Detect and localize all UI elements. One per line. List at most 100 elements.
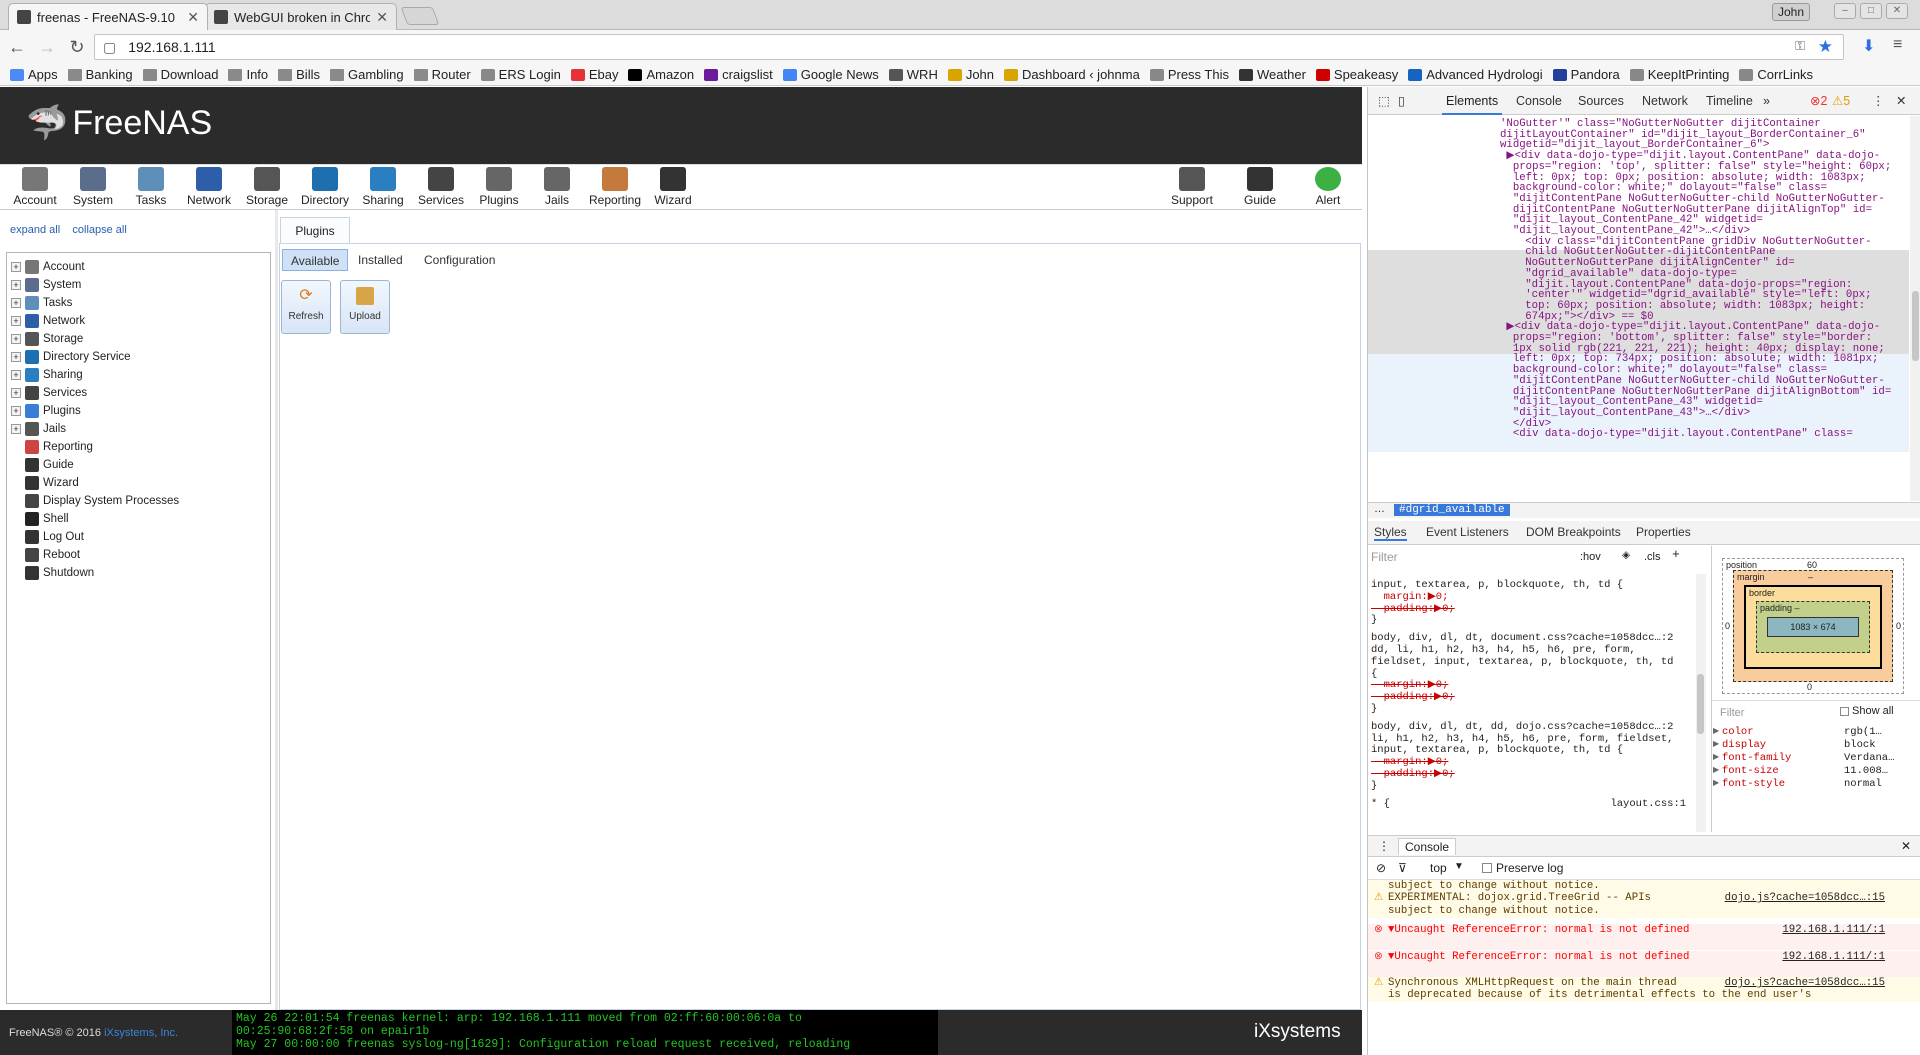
topmenu-tasks[interactable]: Tasks xyxy=(121,167,181,207)
expand-icon[interactable]: + xyxy=(11,280,21,290)
error-count-badge[interactable]: ⊗2 xyxy=(1810,87,1827,115)
style-rule-line[interactable]: padding:▶0; xyxy=(1371,603,1455,616)
style-rule-line[interactable]: { xyxy=(1371,668,1377,681)
warning-count-badge[interactable]: ⚠5 xyxy=(1832,87,1850,115)
filter-icon[interactable]: ⊽ xyxy=(1398,861,1407,875)
tree-item-storage[interactable]: + Storage xyxy=(11,330,83,348)
minimize-button[interactable]: – xyxy=(1834,3,1856,19)
tab-properties[interactable]: Properties xyxy=(1636,525,1691,539)
expand-icon[interactable]: + xyxy=(11,424,21,434)
bookmark-star-icon[interactable]: ★ xyxy=(1818,37,1833,57)
tree-item-directory-service[interactable]: + Directory Service xyxy=(11,348,131,366)
expand-all-link[interactable]: expand all xyxy=(10,224,60,236)
topmenu-guide[interactable]: Guide xyxy=(1230,167,1290,207)
new-tab-button[interactable] xyxy=(400,7,440,25)
bookmark-item[interactable]: Gambling xyxy=(329,67,404,82)
style-rule-line[interactable]: margin:▶0; xyxy=(1371,679,1449,692)
tree-item-guide[interactable]: Guide xyxy=(11,456,74,474)
bookmark-item[interactable]: WRH xyxy=(888,67,938,82)
subtab-configuration[interactable]: Configuration xyxy=(416,249,503,271)
expand-triangle-icon[interactable]: ▶ xyxy=(1713,726,1719,736)
console-source-link[interactable]: 192.168.1.111/:1 xyxy=(1782,951,1885,964)
expand-icon[interactable]: + xyxy=(11,406,21,416)
style-rule-line[interactable]: } xyxy=(1371,703,1377,716)
console-warning[interactable]: ⚠ Synchronous XMLHttpRequest on the main … xyxy=(1368,977,1920,989)
tree-item-plugins[interactable]: + Plugins xyxy=(11,402,81,420)
styles-filter-input[interactable]: Filter xyxy=(1371,551,1398,564)
ixsystems-link[interactable]: iXsystems, Inc. xyxy=(104,1027,178,1039)
style-rule-line[interactable]: body, div, dl, dt, dd, dojo.css?cache=10… xyxy=(1371,721,1673,734)
bookmark-item[interactable]: craigslist xyxy=(704,67,773,82)
bookmark-item[interactable]: Ebay xyxy=(570,67,618,82)
tree-item-shutdown[interactable]: Shutdown xyxy=(11,564,94,582)
topmenu-storage[interactable]: Storage xyxy=(237,167,297,207)
new-rule-icon[interactable]: + xyxy=(1672,548,1680,562)
tree-item-shell[interactable]: Shell xyxy=(11,510,69,528)
topmenu-support[interactable]: Support xyxy=(1162,167,1222,207)
style-rule-line[interactable]: fieldset, input, textarea, p, blockquote… xyxy=(1371,656,1673,669)
tree-item-tasks[interactable]: + Tasks xyxy=(11,294,72,312)
tab-plugins[interactable]: Plugins xyxy=(280,217,350,243)
devtools-tab-console[interactable]: Console xyxy=(1516,87,1562,115)
inspect-icon[interactable]: ⬚ xyxy=(1378,87,1390,115)
clear-console-icon[interactable]: ⊘ xyxy=(1376,861,1386,875)
style-rule-line[interactable]: padding:▶0; xyxy=(1371,768,1455,781)
bookmark-item[interactable]: Google News xyxy=(782,67,879,82)
topmenu-wizard[interactable]: Wizard xyxy=(643,167,703,207)
maximize-button[interactable]: □ xyxy=(1860,3,1882,19)
style-rule-line[interactable]: margin:▶0; xyxy=(1371,756,1449,769)
close-devtools-icon[interactable]: ✕ xyxy=(1896,87,1906,115)
subtab-available[interactable]: Available xyxy=(282,249,349,271)
close-window-button[interactable]: ✕ xyxy=(1886,3,1908,19)
expand-icon[interactable]: + xyxy=(11,262,21,272)
console-error[interactable]: ⊗ ▼Uncaught ReferenceError: normal is not… xyxy=(1368,924,1920,950)
topmenu-reporting[interactable]: Reporting xyxy=(585,167,645,207)
topmenu-directory[interactable]: Directory xyxy=(295,167,355,207)
topmenu-services[interactable]: Services xyxy=(411,167,471,207)
key-icon[interactable]: ⚿ xyxy=(1795,38,1805,54)
console-source-link[interactable]: dojo.js?cache=1058dcc…:15 xyxy=(1725,892,1885,905)
tree-item-wizard[interactable]: Wizard xyxy=(11,474,79,492)
topmenu-network[interactable]: Network xyxy=(179,167,239,207)
hov-toggle[interactable]: :hov xyxy=(1580,551,1601,564)
console-source-link[interactable]: dojo.js?cache=1058dcc…:15 xyxy=(1725,977,1885,990)
bookmark-item[interactable]: CorrLinks xyxy=(1739,67,1813,82)
elements-scrollbar[interactable] xyxy=(1910,116,1920,501)
expand-icon[interactable]: + xyxy=(11,298,21,308)
show-all-toggle[interactable]: Show all xyxy=(1840,705,1894,717)
reload-icon[interactable]: ↻ xyxy=(64,34,90,60)
expand-icon[interactable]: + xyxy=(11,334,21,344)
style-rule-line[interactable]: body, div, dl, dt, document.css?cache=10… xyxy=(1371,632,1673,645)
style-rule-line[interactable]: * { layout.css:1 xyxy=(1371,798,1686,811)
breadcrumb-selected-node[interactable]: #dgrid_available xyxy=(1394,504,1510,516)
devtools-tab-timeline[interactable]: Timeline xyxy=(1706,87,1753,115)
drawer-tab-console[interactable]: Console xyxy=(1398,838,1457,855)
tree-item-system[interactable]: + System xyxy=(11,276,81,294)
expand-triangle-icon[interactable]: ▶ xyxy=(1713,739,1719,749)
topmenu-sharing[interactable]: Sharing xyxy=(353,167,413,207)
bookmark-item[interactable]: Advanced Hydrologi xyxy=(1408,67,1543,82)
download-icon[interactable]: ⬇ xyxy=(1862,36,1875,56)
tab-styles[interactable]: Styles xyxy=(1374,525,1407,541)
console-warning[interactable]: subject to change without notice. xyxy=(1368,880,1920,892)
devtools-tab-sources[interactable]: Sources xyxy=(1578,87,1624,115)
close-tab-icon[interactable]: ✕ xyxy=(376,9,388,26)
expand-icon[interactable]: + xyxy=(11,316,21,326)
style-rule-line[interactable]: } xyxy=(1371,614,1377,627)
style-rule-line[interactable]: dd, li, h1, h2, h3, h4, h5, h6, pre, for… xyxy=(1371,644,1636,657)
bookmark-item[interactable]: Router xyxy=(413,67,471,82)
device-mode-icon[interactable]: ▯ xyxy=(1398,87,1405,115)
breadcrumb-ellipsis[interactable]: … xyxy=(1374,503,1385,515)
console-source-link[interactable]: 192.168.1.111/:1 xyxy=(1782,924,1885,937)
context-dropdown-icon[interactable]: ▼ xyxy=(1454,861,1464,872)
style-rule-line[interactable]: } xyxy=(1371,780,1377,793)
forward-icon[interactable]: → xyxy=(34,34,60,60)
expand-triangle-icon[interactable]: ▶ xyxy=(1713,765,1719,775)
tree-item-display-system-processes[interactable]: Display System Processes xyxy=(11,492,179,510)
topmenu-jails[interactable]: Jails xyxy=(527,167,587,207)
topmenu-plugins[interactable]: Plugins xyxy=(469,167,529,207)
expand-icon[interactable]: + xyxy=(11,370,21,380)
dom-node-line[interactable]: <div data-dojo-type="dijit.layout.Conten… xyxy=(1500,428,1900,441)
console-warning[interactable]: is deprecated because of its detrimental… xyxy=(1368,989,1920,1002)
refresh-button[interactable]: ⟳ Refresh xyxy=(281,280,331,334)
